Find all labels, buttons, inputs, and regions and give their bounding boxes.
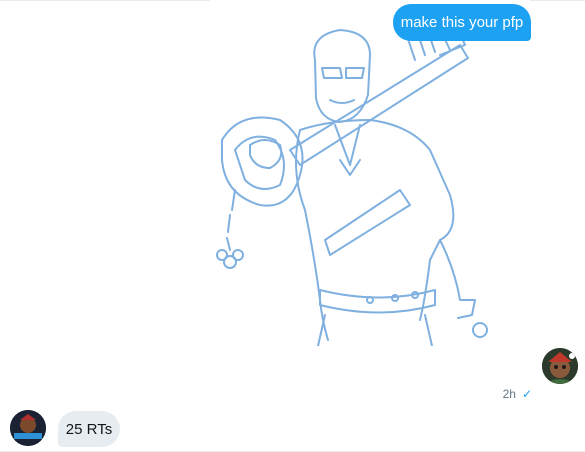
sender-avatar[interactable] bbox=[542, 348, 578, 384]
read-receipt-check-icon: ✓ bbox=[521, 387, 532, 401]
incoming-message-bubble[interactable]: 25 RTs bbox=[58, 411, 120, 447]
recipient-avatar[interactable] bbox=[10, 410, 46, 446]
message-timestamp: 2h bbox=[502, 387, 516, 401]
message-image[interactable] bbox=[210, 0, 530, 346]
avatar-image bbox=[10, 410, 46, 446]
sketch-illustration bbox=[216, 9, 488, 346]
outgoing-message-bubble[interactable]: make this your pfp bbox=[393, 4, 531, 41]
avatar-image bbox=[542, 348, 578, 384]
message-meta: 2h ✓ bbox=[480, 386, 532, 402]
incoming-message-text: 25 RTs bbox=[65, 420, 113, 438]
outgoing-message-text: make this your pfp bbox=[400, 14, 524, 31]
